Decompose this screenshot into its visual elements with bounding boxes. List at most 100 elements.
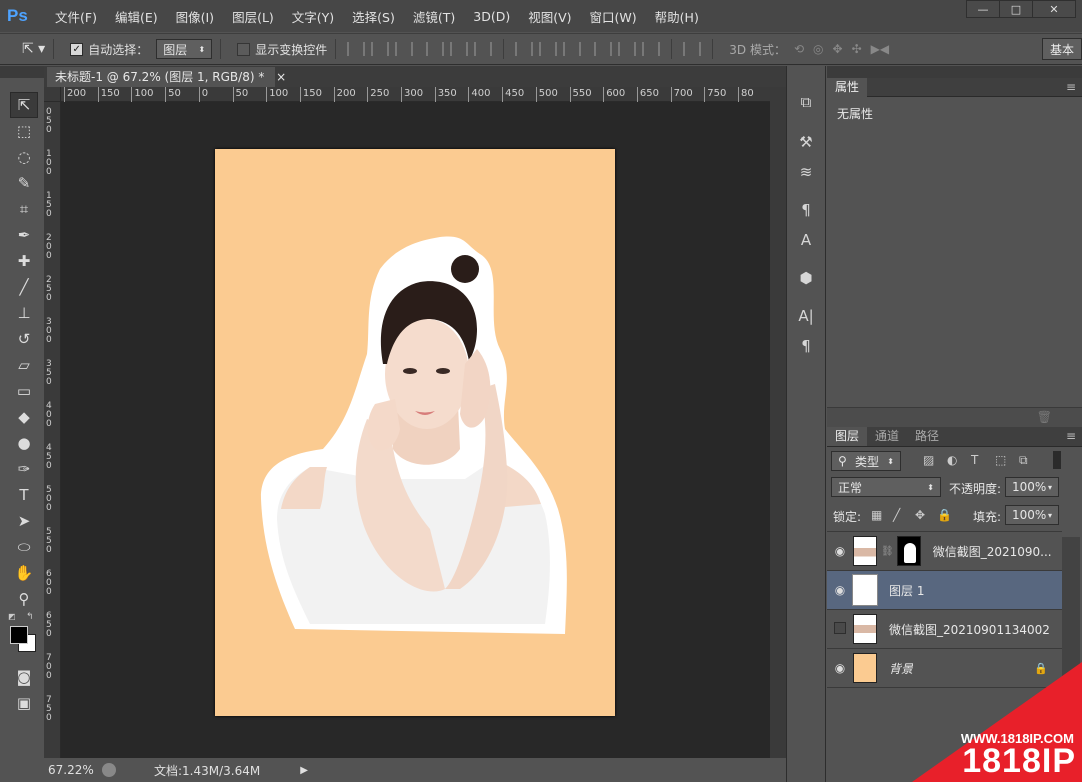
minimize-button[interactable]: — <box>966 0 1000 18</box>
menu-window[interactable]: 窗口(W) <box>590 7 637 26</box>
layer-row[interactable]: 微信截图_20210901134002 <box>827 610 1062 649</box>
blend-mode-dropdown[interactable]: 正常 ⬍ <box>831 477 941 497</box>
document-canvas[interactable] <box>215 149 615 716</box>
align-right-icon[interactable] <box>474 42 493 56</box>
zoom-tool-icon[interactable]: ⚲ <box>10 586 38 612</box>
screen-mode-icon[interactable]: ▣ <box>10 690 38 716</box>
move-tool-preset[interactable]: ⇱ ▾ <box>22 41 45 57</box>
eyedropper-tool-icon[interactable]: ✒ <box>10 222 38 248</box>
type-tool-icon[interactable]: T <box>10 482 38 508</box>
menu-select[interactable]: 选择(S) <box>352 7 395 26</box>
path-select-tool-icon[interactable]: ➤ <box>10 508 38 534</box>
visibility-off-box[interactable] <box>827 621 853 637</box>
filter-smart-icon[interactable]: ⧉ <box>1019 453 1028 468</box>
adjustments-icon[interactable]: ≋ <box>793 160 819 184</box>
close-tab-icon[interactable]: × <box>276 70 286 84</box>
distribute-top-icon[interactable] <box>515 42 534 56</box>
layer-name[interactable]: 微信截图_20210901134002 <box>889 621 1050 638</box>
align-hcenter-icon[interactable] <box>450 42 469 56</box>
filter-toggle[interactable] <box>1053 451 1061 469</box>
auto-select-target-dropdown[interactable]: 图层 ⬍ <box>156 39 213 59</box>
quick-select-tool-icon[interactable]: ✎ <box>10 170 38 196</box>
status-info-icon[interactable] <box>102 763 116 777</box>
close-button[interactable]: ✕ <box>1032 0 1076 18</box>
3d-roll-icon[interactable]: ◎ <box>813 42 823 56</box>
3d-pan-icon[interactable]: ✥ <box>833 42 843 56</box>
menu-3d[interactable]: 3D(D) <box>473 9 510 24</box>
quick-mask-icon[interactable]: ◙ <box>10 664 38 690</box>
stamp-tool-icon[interactable]: ⊥ <box>10 300 38 326</box>
tab-paths[interactable]: 路径 <box>907 427 947 446</box>
paragraph-panel-icon[interactable]: ¶ <box>793 334 819 358</box>
workspace-button[interactable]: 基本 <box>1042 38 1082 60</box>
default-colors-icon[interactable]: ◩ <box>8 612 16 621</box>
blur-tool-icon[interactable]: ◆ <box>10 404 38 430</box>
horizontal-ruler[interactable]: 200 150 100 50 0 50 100 150 200 250 300 350 400 450 50… <box>44 87 770 102</box>
shape-tool-icon[interactable]: ⬭ <box>10 534 38 560</box>
distribute-right-icon[interactable] <box>642 42 661 56</box>
document-tab[interactable]: 未标题-1 @ 67.2% (图层 1, RGB/8) * × <box>47 67 286 87</box>
align-left-icon[interactable] <box>426 42 445 56</box>
eraser-tool-icon[interactable]: ▱ <box>10 352 38 378</box>
visibility-eye-icon[interactable]: ◉ <box>827 544 853 558</box>
toolbox-header[interactable] <box>0 66 44 78</box>
layers-menu-icon[interactable]: ≡ <box>1066 429 1076 443</box>
lock-transparent-icon[interactable]: ▦ <box>871 508 882 522</box>
filter-type-icon[interactable]: T <box>971 453 978 467</box>
visibility-eye-icon[interactable]: ◉ <box>827 583 853 597</box>
character-panel-icon[interactable]: A| <box>793 304 819 328</box>
align-top-icon[interactable] <box>347 42 366 56</box>
distribute-left-icon[interactable] <box>594 42 613 56</box>
dodge-tool-icon[interactable]: ● <box>10 430 38 456</box>
layer-filter-dropdown[interactable]: ⚲ 类型 ⬍ <box>831 451 901 471</box>
3d-rotate-icon[interactable]: ⟲ <box>794 42 804 56</box>
distribute-hcenter-icon[interactable] <box>618 42 637 56</box>
panel-menu-icon[interactable]: ≡ <box>1066 80 1076 94</box>
swap-colors-icon[interactable]: ↰ <box>26 612 34 622</box>
distribute-bottom-icon[interactable] <box>563 42 582 56</box>
brush-presets-icon[interactable]: ⚒ <box>793 130 819 154</box>
history-panel-icon[interactable]: ⧉ <box>793 90 819 114</box>
restore-button[interactable]: □ <box>999 0 1033 18</box>
layer-row-selected[interactable]: ◉ 图层 1 <box>827 571 1062 610</box>
lasso-tool-icon[interactable]: ◌ <box>10 144 38 170</box>
auto-select-checkbox[interactable]: ✓ 自动选择： <box>70 41 148 58</box>
menu-type[interactable]: 文字(Y) <box>292 7 334 26</box>
move-tool-icon[interactable]: ⇱ <box>10 92 38 118</box>
foreground-color-swatch[interactable] <box>10 626 28 644</box>
tab-channels[interactable]: 通道 <box>867 427 907 446</box>
auto-align-icon[interactable] <box>683 42 702 56</box>
menu-edit[interactable]: 编辑(E) <box>115 7 158 26</box>
link-chain-icon[interactable]: ⛓ <box>881 546 894 557</box>
3d-panel-icon[interactable]: ⬢ <box>793 266 819 290</box>
gradient-tool-icon[interactable]: ▭ <box>10 378 38 404</box>
filter-pixel-icon[interactable]: ▨ <box>923 453 934 467</box>
align-bottom-icon[interactable] <box>395 42 414 56</box>
3d-scale-icon[interactable]: ▶◀ <box>871 42 889 56</box>
layer-row[interactable]: ◉ ⛓ 微信截图_2021090... <box>827 532 1062 571</box>
filter-adjust-icon[interactable]: ◐ <box>947 453 957 467</box>
vertical-scrollbar[interactable] <box>770 87 786 758</box>
menu-layer[interactable]: 图层(L) <box>232 7 274 26</box>
menu-file[interactable]: 文件(F) <box>55 7 97 26</box>
layer-name[interactable]: 背景 <box>889 660 913 677</box>
show-transform-checkbox[interactable]: 显示变换控件 <box>237 41 327 58</box>
visibility-eye-icon[interactable]: ◉ <box>827 661 853 675</box>
marquee-tool-icon[interactable]: ⬚ <box>10 118 38 144</box>
distribute-vcenter-icon[interactable] <box>539 42 558 56</box>
filter-shape-icon[interactable]: ⬚ <box>995 453 1006 467</box>
menu-help[interactable]: 帮助(H) <box>655 7 699 26</box>
character-styles-icon[interactable]: A <box>793 228 819 252</box>
layer-name[interactable]: 微信截图_2021090... <box>933 543 1052 560</box>
menu-filter[interactable]: 滤镜(T) <box>413 7 455 26</box>
tab-properties[interactable]: 属性 <box>827 78 868 97</box>
status-menu-arrow-icon[interactable]: ▶ <box>300 765 308 776</box>
tab-layers[interactable]: 图层 <box>827 427 868 446</box>
menu-view[interactable]: 视图(V) <box>528 7 571 26</box>
ruler-corner[interactable] <box>44 87 61 102</box>
fill-input[interactable]: 100% ▾ <box>1005 505 1059 525</box>
layer-name[interactable]: 图层 1 <box>889 582 924 599</box>
vertical-ruler[interactable]: 050 100 150 200 250 300 350 400 450 500 550 600 650 7… <box>44 102 61 758</box>
paragraph-styles-icon[interactable]: ¶ <box>793 198 819 222</box>
trash-icon[interactable]: 🗑 <box>1037 410 1052 424</box>
